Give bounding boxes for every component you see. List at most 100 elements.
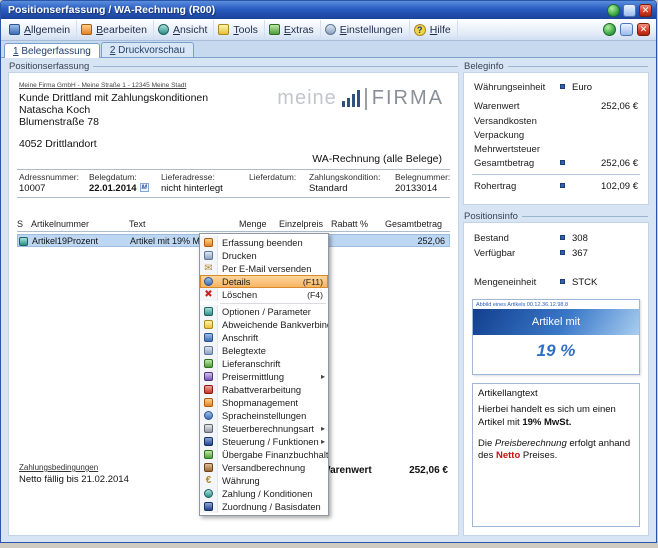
context-menu-item-waehrung[interactable]: € Währung [200,474,328,487]
col-header-text: Text [129,219,146,229]
context-menu-item-shopmanagement[interactable]: Shopmanagement [200,396,328,409]
col-header-s: S [17,219,23,229]
gesamtbetrag-value: 252,06 € [601,158,638,169]
context-menu-item-steuerberechnungsart[interactable]: Steuerberechnungsart [200,422,328,435]
printer-icon [204,251,213,260]
info-bullet-icon [560,235,565,240]
mengeneinheit-value: STCK [572,277,597,288]
context-menu-item-email[interactable]: ✉ Per E-Mail versenden [200,262,328,275]
context-menu-item-anschrift[interactable]: Anschrift [200,331,328,344]
menu-bearbeiten[interactable]: Bearbeiten [77,20,154,40]
logo-text-meine: meine [277,87,336,110]
divider [17,169,450,170]
wrench-icon [218,24,229,35]
field-label: Lieferadresse: [161,172,215,182]
database-icon [204,502,213,511]
context-menu-item-details[interactable]: Details (F11) [200,275,328,288]
globe-icon [204,411,213,420]
address-card-icon [204,333,213,342]
context-menu-item-belegtexte[interactable]: Belegtexte [200,344,328,357]
menu-einstellungen[interactable]: Einstellungen [321,20,410,40]
exit-red-icon[interactable] [637,23,650,36]
col-header-rabatt: Rabatt % [331,219,368,229]
transfer-icon [204,450,213,459]
address-line: Kunde Drittland mit Zahlungskonditionen [19,92,208,104]
window-controls [607,4,652,17]
menu-extras[interactable]: Extras [265,20,321,40]
context-menu-item-zahlung-konditionen[interactable]: Zahlung / Konditionen [200,487,328,500]
magnifier-icon [158,24,169,35]
field-label: Lieferdatum: [249,172,296,182]
context-menu-item-loeschen[interactable]: ✖ Löschen (F4) [200,288,328,301]
group-divider [522,216,648,217]
artikellangtext-box[interactable]: Artikellangtext Hierbei handelt es sich … [472,383,640,527]
address-line: Natascha Koch [19,104,90,116]
question-mark-icon: ? [414,24,426,36]
context-menu-item-steuerung-funktionen[interactable]: Steuerung / Funktionen [200,435,328,448]
group-divider [508,66,648,67]
context-menu-item-uebergabe-fibu[interactable]: Übergabe Finanzbuchhaltung [200,448,328,461]
info-bullet-icon [560,183,565,188]
payment-icon [204,489,213,498]
online-status-icon[interactable] [603,23,616,36]
exit-icon [204,238,213,247]
context-menu: Erfassung beenden Drucken ✉ Per E-Mail v… [199,233,329,516]
menu-tools[interactable]: Tools [214,20,265,40]
group-divider [93,66,458,67]
context-menu-item-zuordnung-basisdaten[interactable]: Zuordnung / Basisdaten [200,500,328,513]
tab-druckvorschau[interactable]: 2 Druckvorschau [101,42,194,57]
warenwert-value: 252,06 € [409,465,448,476]
field-label: Belegnummer: [395,172,450,182]
positionserfassung-group: Positionserfassung Meine Firma GmbH - Me… [8,61,459,536]
divider [17,197,450,198]
col-header-artikelnummer: Artikelnummer [31,219,89,229]
printer-icon[interactable] [620,23,633,36]
edit-badge-icon: M [140,183,149,192]
field-label: Adressnummer: [19,172,79,182]
context-menu-item-lieferanschrift[interactable]: Lieferanschrift [200,357,328,370]
tabstrip: 1 Belegerfassung 2 Druckvorschau [1,41,656,58]
context-menu-item-optionen[interactable]: Optionen / Parameter [200,305,328,318]
company-logo: meine FIRMA [277,87,444,110]
artikellangtext-paragraph: Die Preisberechnung erfolgt anhand des N… [478,438,634,463]
bestand-value: 308 [572,233,588,244]
context-menu-item-versandberechnung[interactable]: Versandberechnung [200,461,328,474]
tax-icon [204,424,213,433]
positionsinfo-group-title: Positionsinfo [464,211,518,222]
context-menu-item-bankverbindung[interactable]: Abweichende Bankverbindung [200,318,328,331]
context-menu-item-drucken[interactable]: Drucken [200,249,328,262]
context-menu-item-preisermittlung[interactable]: Preisermittlung [200,370,328,383]
divider [472,174,640,175]
menu-ansicht[interactable]: Ansicht [154,20,214,40]
address-line: 4052 Drittlandort [19,138,97,150]
belegnummer-value: 20133014 [395,183,437,194]
percent-icon [204,385,213,394]
document-title: WA-Rechnung (alle Belege) [312,153,442,165]
close-button[interactable] [639,4,652,17]
titlebar: Positionserfassung / WA-Rechnung (R00) [1,1,656,19]
right-panel: Beleginfo Währungseinheit Euro Warenwert… [463,61,649,536]
window-title: Positionserfassung / WA-Rechnung (R00) [8,4,607,16]
rohertrag-value: 102,09 € [601,181,638,192]
positionsinfo-group: Positionsinfo Bestand 308 Verfügbar 367 … [463,211,649,536]
menu-allgemein[interactable]: Allgemein [5,20,77,40]
document-preview: Meine Firma GmbH - Meine Straße 1 - 1234… [8,72,459,536]
app-window: Positionserfassung / WA-Rechnung (R00) A… [0,0,657,543]
globe-icon[interactable] [607,4,620,17]
sender-line: Meine Firma GmbH - Meine Straße 1 - 1234… [19,82,186,89]
cart-icon [204,398,213,407]
zahlungsbedingungen-text: Netto fällig bis 21.02.2014 [19,474,129,485]
help-window-icon[interactable] [623,4,636,17]
tab-belegerfassung[interactable]: 1 Belegerfassung [4,43,100,58]
context-menu-item-rabattverarbeitung[interactable]: Rabattverarbeitung [200,383,328,396]
text-document-icon [204,346,213,355]
context-menu-item-erfassung-beenden[interactable]: Erfassung beenden [200,236,328,249]
info-bullet-icon [560,279,565,284]
col-header-gesamtbetrag: Gesamtbetrag [385,219,442,229]
package-icon [204,463,213,472]
context-menu-item-spracheinstellungen[interactable]: Spracheinstellungen [200,409,328,422]
menu-hilfe[interactable]: ? Hilfe [410,20,458,40]
beleginfo-panel: Währungseinheit Euro Warenwert 252,06 € … [463,72,649,205]
belegdatum-value[interactable]: 22.01.2014M [89,183,149,194]
article-image[interactable]: Abbild eines Artikels 00.12.36.12.98.8 A… [472,299,640,375]
